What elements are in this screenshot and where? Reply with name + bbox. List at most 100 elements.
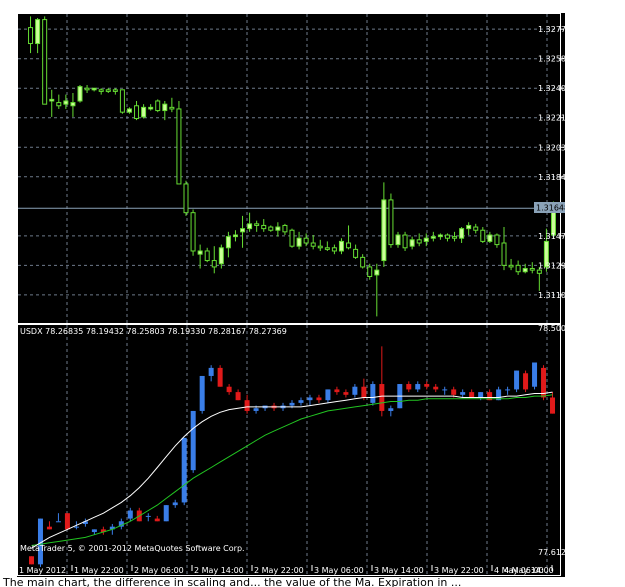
usdx-candle-body-bear bbox=[226, 386, 232, 393]
usdx-candle bbox=[154, 515, 160, 522]
usdx-candle bbox=[217, 365, 223, 387]
usdx-candle bbox=[64, 513, 70, 530]
usdx-candle bbox=[424, 381, 430, 390]
usdx-candle-body-bull bbox=[388, 408, 394, 411]
candle-body-bull bbox=[338, 240, 344, 252]
candle-body-bull bbox=[437, 234, 443, 238]
chart-canvas[interactable]: 1.32770 1.32585 1.32400 1.32215 1.32030 1.318… bbox=[17, 13, 565, 577]
candle-body-bull bbox=[70, 102, 76, 107]
candle-body-bull bbox=[374, 269, 380, 276]
candle bbox=[473, 223, 479, 234]
ma-slow-line bbox=[31, 394, 553, 546]
candle-body-bull bbox=[162, 103, 168, 112]
usdx-header: USDX 78.26835 78.19432 78.25803 78.19330… bbox=[20, 327, 287, 336]
usdx-candle-body-bull bbox=[514, 370, 520, 390]
usdx-candle bbox=[145, 513, 151, 522]
candle-body-bear bbox=[402, 234, 408, 249]
candle-body-bear bbox=[501, 242, 507, 266]
candle-body-bull bbox=[232, 234, 238, 238]
candle-body-bull bbox=[49, 98, 55, 102]
time-label: 3 May 06:00 bbox=[314, 566, 364, 575]
candle-body-bull bbox=[423, 237, 429, 242]
usdx-candle bbox=[199, 375, 205, 414]
candle-body-bear bbox=[346, 242, 352, 249]
usdx-candle bbox=[442, 386, 448, 395]
chart-window[interactable]: 1.32770 1.32585 1.32400 1.32215 1.32030 1.318… bbox=[17, 13, 565, 577]
candle bbox=[331, 244, 337, 255]
usdx-candle-body-bull bbox=[145, 515, 151, 517]
usdx-candle bbox=[469, 389, 475, 398]
candle-body-bear bbox=[211, 260, 217, 268]
time-label: 2 May 22:00 bbox=[254, 566, 304, 575]
usdx-candle-body-bear bbox=[523, 373, 529, 390]
usdx-candle-body-bull bbox=[352, 386, 358, 395]
price-level-label: 1.31105 bbox=[538, 291, 565, 300]
candle-body-bear bbox=[331, 247, 337, 252]
candle-body-bear bbox=[536, 269, 542, 274]
candle bbox=[381, 182, 387, 267]
usdx-candle bbox=[262, 405, 268, 411]
usdx-candles bbox=[28, 346, 556, 568]
usdx-candle-body-bull bbox=[163, 505, 169, 522]
candle bbox=[487, 231, 493, 243]
usdx-candle bbox=[55, 513, 61, 523]
time-label: 2 May 06:00 bbox=[134, 566, 184, 575]
candle-body-bull bbox=[141, 106, 147, 118]
eurusd-candles bbox=[28, 16, 556, 317]
candle bbox=[338, 238, 344, 255]
usdx-candle-body-bear bbox=[361, 386, 367, 398]
candle-body-bull bbox=[148, 106, 154, 110]
candle-body-bull bbox=[409, 239, 415, 247]
candle-body-bear bbox=[444, 234, 450, 239]
candle bbox=[437, 233, 443, 240]
candle bbox=[261, 219, 267, 232]
usdx-candle-body-bear bbox=[424, 384, 430, 387]
usdx-candle-body-bear bbox=[244, 400, 250, 411]
candle bbox=[508, 258, 514, 271]
candle bbox=[282, 223, 288, 236]
usdx-candle-body-bull bbox=[478, 392, 484, 398]
usdx-candle bbox=[460, 389, 466, 398]
upper-grid bbox=[18, 14, 560, 323]
usdx-candle bbox=[316, 394, 322, 403]
candle-body-bear bbox=[282, 224, 288, 233]
candle bbox=[56, 94, 62, 109]
usdx-candle-body-bull bbox=[73, 526, 79, 528]
candle bbox=[395, 231, 401, 248]
candle-body-bear bbox=[28, 27, 34, 45]
candle-body-bull bbox=[395, 234, 401, 246]
usdx-candle bbox=[406, 381, 412, 393]
usdx-candle bbox=[235, 389, 241, 401]
usdx-candle bbox=[352, 384, 358, 398]
price-level-label: 1.32400 bbox=[538, 84, 565, 93]
time-label: 3 May 22:00 bbox=[434, 566, 484, 575]
usdx-candle bbox=[172, 499, 178, 508]
candle-body-bull bbox=[240, 228, 246, 233]
candle-body-bear bbox=[176, 108, 182, 185]
candle-body-bear bbox=[190, 212, 196, 252]
usdx-candle-body-bull bbox=[55, 521, 61, 523]
usdx-candle bbox=[325, 389, 331, 403]
candle bbox=[388, 193, 394, 248]
candle bbox=[317, 239, 323, 251]
usdx-candle bbox=[181, 437, 187, 506]
candle bbox=[126, 107, 132, 114]
candle-body-bear bbox=[119, 89, 125, 113]
candle bbox=[529, 262, 535, 274]
candle bbox=[346, 225, 352, 250]
candle-body-bull bbox=[77, 86, 83, 102]
usdx-candle bbox=[532, 362, 538, 390]
usdx-candle bbox=[208, 365, 214, 382]
candle-body-bull bbox=[381, 199, 387, 262]
usdx-candle-body-bull bbox=[415, 384, 421, 390]
candle bbox=[444, 233, 450, 242]
candle bbox=[148, 104, 154, 111]
usdx-candle-body-bear bbox=[433, 386, 439, 390]
usdx-candle-body-bull bbox=[460, 392, 466, 395]
usdx-candle-body-bear bbox=[550, 397, 556, 414]
candle bbox=[119, 89, 125, 114]
usdx-candle-body-bull bbox=[307, 397, 313, 401]
usdx-candle bbox=[190, 410, 196, 473]
usdx-candle-body-bear bbox=[46, 526, 52, 530]
usdx-candle-body-bull bbox=[370, 384, 376, 403]
